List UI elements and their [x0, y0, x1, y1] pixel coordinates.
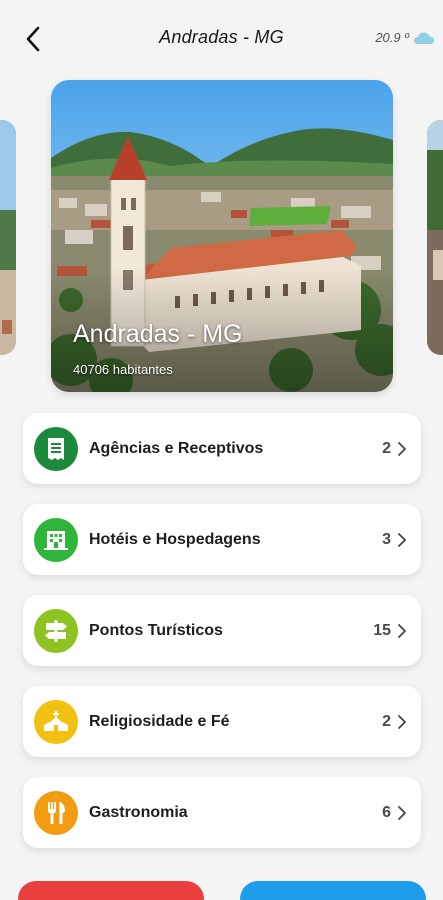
category-count: 3 [382, 530, 391, 548]
category-pontos-turisticos[interactable]: Pontos Turísticos 15 [23, 595, 421, 666]
utensils-icon [34, 790, 78, 835]
city-card[interactable]: Andradas - MG 40706 habitantes [51, 80, 393, 392]
city-name: Andradas - MG [73, 320, 243, 348]
chevron-right-icon [397, 441, 409, 457]
category-agencias[interactable]: Agências e Receptivos 2 [23, 413, 421, 484]
church-icon [34, 699, 78, 744]
temperature-text: 20.9 º [375, 30, 409, 45]
category-label: Religiosidade e Fé [89, 712, 230, 730]
city-population: 40706 habitantes [73, 362, 173, 377]
category-count: 6 [382, 803, 391, 821]
category-count: 15 [373, 621, 391, 639]
chevron-right-icon [397, 623, 409, 639]
weather-widget: 20.9 º [375, 30, 435, 45]
category-label: Hotéis e Hospedagens [89, 530, 261, 548]
bottom-action-button-blue[interactable] [240, 881, 426, 900]
carousel-prev-card[interactable] [0, 120, 16, 355]
carousel-next-card[interactable] [427, 120, 443, 355]
chevron-right-icon [397, 805, 409, 821]
category-label: Pontos Turísticos [89, 621, 223, 639]
receipt-icon [34, 426, 78, 471]
category-hoteis[interactable]: Hotéis e Hospedagens 3 [23, 504, 421, 575]
city-carousel[interactable]: Andradas - MG 40706 habitantes [0, 80, 443, 394]
category-religiosidade[interactable]: Religiosidade e Fé 2 [23, 686, 421, 757]
chevron-right-icon [397, 532, 409, 548]
category-label: Agências e Receptivos [89, 439, 264, 457]
chevron-right-icon [397, 714, 409, 730]
category-label: Gastronomia [89, 803, 188, 821]
signpost-icon [34, 608, 78, 653]
cloud-icon [414, 32, 434, 44]
category-count: 2 [382, 712, 391, 730]
hotel-icon [34, 517, 78, 562]
app-header: Andradas - MG 20.9 º [0, 0, 443, 78]
category-gastronomia[interactable]: Gastronomia 6 [23, 777, 421, 848]
bottom-action-button-red[interactable] [18, 881, 204, 900]
category-count: 2 [382, 439, 391, 457]
